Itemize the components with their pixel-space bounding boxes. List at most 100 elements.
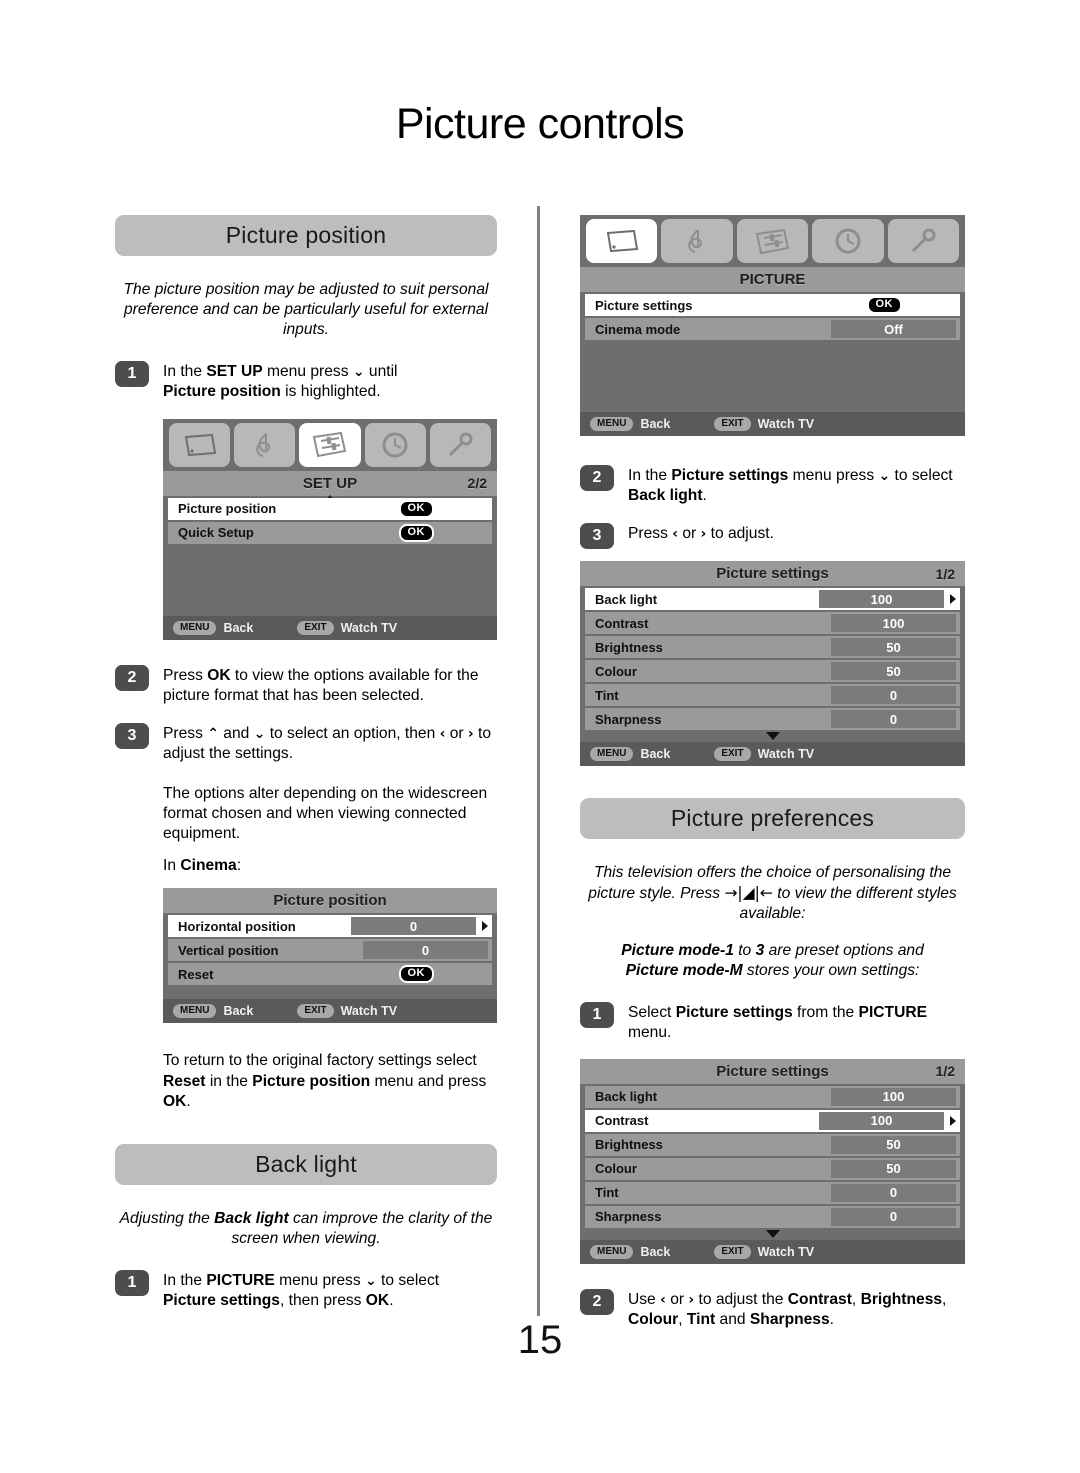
reset-part: .: [186, 1092, 191, 1110]
step-text-part: or: [445, 724, 468, 742]
osd-row[interactable]: Sharpness 0: [585, 1205, 960, 1228]
step-text-part: to adjust the: [694, 1290, 788, 1308]
menu-key-label: Back: [640, 1244, 671, 1259]
cinema-suffix: :: [236, 857, 242, 875]
exit-key-label: Watch TV: [757, 747, 815, 762]
settings-sliders-icon[interactable]: [299, 422, 361, 467]
intro-bold: Back light: [214, 1209, 289, 1227]
step-text-part: .: [702, 487, 707, 505]
wrench-icon[interactable]: [429, 422, 492, 467]
arrow-right-icon[interactable]: [482, 921, 488, 932]
left-column: Picture position The picture position ma…: [115, 215, 497, 1311]
exit-key-label: Watch TV: [340, 620, 398, 635]
osd-row[interactable]: Tint 0: [585, 684, 960, 707]
modes-part: to: [733, 941, 756, 959]
osd-row[interactable]: Colour 50: [585, 660, 960, 683]
step-text-part: to adjust.: [706, 525, 774, 543]
osd-row-value: 100: [819, 1111, 944, 1130]
osd-row-label: Sharpness: [595, 1209, 662, 1225]
osd-row-label: Picture position: [178, 501, 277, 517]
osd-row-label: Sharpness: [595, 711, 662, 727]
ok-badge: OK: [398, 965, 434, 984]
osd-row[interactable]: Brightness 50: [585, 636, 960, 659]
picture-preferences-intro: This television offers the choice of per…: [580, 863, 965, 924]
osd-picture-settings-contrast: Picture settings 1/2 Back light 100 Cont…: [580, 1058, 965, 1264]
osd-row-label: Brightness: [595, 1137, 663, 1153]
reset-bold: OK: [163, 1092, 187, 1110]
step-text-bold: Picture settings: [163, 1292, 280, 1310]
modes-bold: Picture mode-1: [621, 941, 734, 959]
osd-row-value: 0: [831, 1183, 956, 1202]
osd-title-label: Picture settings: [716, 1062, 829, 1080]
osd-row-label: Reset: [178, 966, 214, 982]
step-text-part: menu press: [788, 467, 879, 484]
arrow-right-icon[interactable]: [950, 1115, 956, 1126]
osd-row[interactable]: Contrast 100: [585, 1109, 960, 1132]
menu-key-label: Back: [223, 620, 254, 635]
exit-key-cap: EXIT: [297, 620, 334, 635]
clock-icon[interactable]: [812, 219, 884, 263]
osd-row[interactable]: Tint 0: [585, 1181, 960, 1204]
step-number-badge: 3: [115, 722, 149, 749]
settings-sliders-icon[interactable]: [736, 219, 809, 263]
osd-row[interactable]: Quick Setup OK: [168, 521, 492, 544]
osd-row[interactable]: Brightness 50: [585, 1133, 960, 1156]
section-heading-back-light: Back light: [115, 1143, 497, 1185]
tv-picture-icon[interactable]: [169, 422, 231, 467]
reset-note: To return to the original factory settin…: [115, 1051, 497, 1111]
step-1-back-light: 1 In the PICTURE menu press ⌄ to select …: [115, 1269, 497, 1311]
osd-page-count: 1/2: [935, 1063, 955, 1080]
step-number-badge: 1: [115, 1269, 149, 1296]
osd-footer: MENU Back EXIT Watch TV: [580, 1239, 965, 1264]
menu-key-cap: MENU: [173, 620, 217, 635]
widescreen-symbol-icon: →|◢|←: [724, 884, 773, 903]
step-text-part: In the: [628, 467, 672, 484]
osd-row[interactable]: Picture position OK: [168, 497, 492, 520]
reset-part: in the: [205, 1072, 253, 1090]
step-text-part: Press: [163, 666, 208, 684]
step-text: Press ‹ or › to adjust.: [628, 522, 774, 544]
osd-row[interactable]: Horizontal position 0: [168, 915, 492, 938]
osd-row-label: Horizontal position: [178, 918, 296, 934]
osd-row-label: Contrast: [595, 615, 649, 631]
osd-row[interactable]: Back light 100: [585, 588, 960, 611]
step-number-badge: 1: [580, 1001, 614, 1028]
exit-key-label: Watch TV: [340, 1004, 398, 1019]
music-note-icon[interactable]: [661, 219, 733, 263]
osd-footer: MENU Back EXIT Watch TV: [163, 999, 497, 1024]
osd-row-label: Quick Setup: [178, 525, 254, 541]
osd-title-bar: Picture position: [163, 888, 497, 914]
osd-row-value: 50: [831, 1135, 956, 1154]
step-text-bold: OK: [365, 1292, 390, 1310]
osd-row[interactable]: Picture settings OK: [585, 294, 960, 316]
tv-picture-icon[interactable]: [586, 219, 658, 263]
osd-row-list: Back light 100 Contrast 100 Brightness 5…: [580, 1083, 965, 1240]
osd-row[interactable]: Cinema mode Off: [585, 318, 960, 340]
osd-row[interactable]: Back light 100: [585, 1085, 960, 1108]
osd-footer: MENU Back EXIT Watch TV: [580, 742, 965, 767]
osd-row-value: 100: [831, 614, 956, 633]
osd-row[interactable]: Reset OK: [168, 963, 492, 986]
page-number: 15: [517, 1318, 563, 1362]
osd-row-label: Tint: [595, 687, 619, 703]
osd-row[interactable]: Contrast 100: [585, 612, 960, 635]
clock-icon[interactable]: [364, 422, 426, 467]
osd-picture-menu: PICTURE Picture settings OK Cinema mode …: [580, 215, 965, 436]
osd-row-label: Contrast: [595, 1113, 649, 1129]
osd-row[interactable]: Colour 50: [585, 1157, 960, 1180]
arrow-right-icon[interactable]: [950, 594, 956, 605]
modes-bold: Picture mode-M: [625, 961, 743, 979]
step-text-part: , then press: [279, 1292, 366, 1310]
osd-row[interactable]: Vertical position 0: [168, 939, 492, 962]
wrench-icon[interactable]: [887, 219, 960, 263]
reset-bold: Reset: [163, 1072, 206, 1090]
step-3-back-light: 3 Press ‹ or › to adjust.: [580, 522, 965, 550]
scroll-down-indicator: [585, 1229, 960, 1240]
exit-key-label: Watch TV: [757, 417, 815, 431]
osd-title-bar: PICTURE: [580, 267, 965, 292]
column-divider: [537, 206, 540, 1316]
step-text: Press ⌃ and ⌄ to select an option, then …: [163, 722, 497, 764]
osd-row[interactable]: Sharpness 0: [585, 708, 960, 731]
music-note-icon[interactable]: [234, 422, 296, 467]
step-number-badge: 2: [115, 664, 149, 691]
